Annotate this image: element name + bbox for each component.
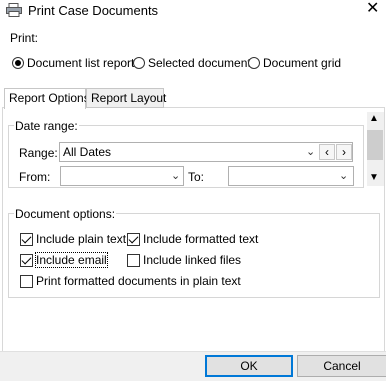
chevron-down-icon[interactable]: ⌄ [339,169,348,182]
to-date-field[interactable]: ⌄ [228,166,354,186]
checkbox-include-formatted-text[interactable]: Include formatted text [127,232,258,246]
checkbox-label: Include linked files [143,253,242,267]
next-icon[interactable]: › [336,144,352,160]
from-date-field[interactable]: ⌄ [60,166,184,186]
checkbox-label: Include plain text [36,232,127,246]
checkbox-include-plain-text[interactable]: Include plain text [20,232,126,246]
checkbox-label: Print formatted documents in plain text [36,274,241,288]
checkbox-label: Include formatted text [143,232,259,246]
chevron-down-icon[interactable]: ⌄ [306,145,315,158]
checkbox-icon[interactable] [127,253,140,267]
scroll-up-icon[interactable]: ▲ [369,113,379,124]
scrollbar-thumb[interactable] [367,130,383,160]
radio-document-grid[interactable]: Document grid [248,55,341,71]
checkbox-icon[interactable] [20,274,33,288]
radio-button-icon[interactable] [12,57,24,69]
checkbox-include-email[interactable]: Include email [20,252,108,268]
ok-button[interactable]: OK [205,355,293,377]
checkbox-icon[interactable] [20,253,33,267]
radio-label: Document list report [27,56,135,70]
close-icon[interactable]: ✕ [366,0,379,18]
tab-report-options[interactable]: Report Options [4,88,90,109]
range-dropdown[interactable]: All Dates ⌄ ‹ › [59,142,353,162]
document-options-label: Document options: [14,207,117,221]
checkbox-label: Include email [35,252,108,268]
from-label: From: [19,170,51,184]
range-label: Range: [19,146,58,160]
date-range-label: Date range: [14,119,79,133]
tab-report-layout[interactable]: Report Layout [86,88,166,108]
print-label: Print: [10,31,39,45]
printer-icon [6,3,22,17]
checkbox-icon[interactable] [127,232,140,246]
radio-label: Selected document [148,56,251,70]
radio-button-icon[interactable] [248,57,260,69]
cancel-button[interactable]: Cancel [297,355,386,377]
checkbox-print-formatted-plain[interactable]: Print formatted documents in plain text [20,274,241,288]
radio-selected-document[interactable]: Selected document [133,55,251,71]
previous-icon[interactable]: ‹ [319,144,335,160]
window-title: Print Case Documents [28,3,159,18]
radio-button-icon[interactable] [133,57,145,69]
to-label: To: [188,170,205,184]
checkbox-icon[interactable] [20,232,33,246]
range-value: All Dates [63,145,112,159]
radio-document-list-report[interactable]: Document list report [12,55,134,71]
scroll-down-icon[interactable]: ▼ [369,172,379,183]
checkbox-include-linked-files[interactable]: Include linked files [127,253,241,267]
chevron-down-icon[interactable]: ⌄ [171,169,180,182]
radio-label: Document grid [263,56,342,70]
